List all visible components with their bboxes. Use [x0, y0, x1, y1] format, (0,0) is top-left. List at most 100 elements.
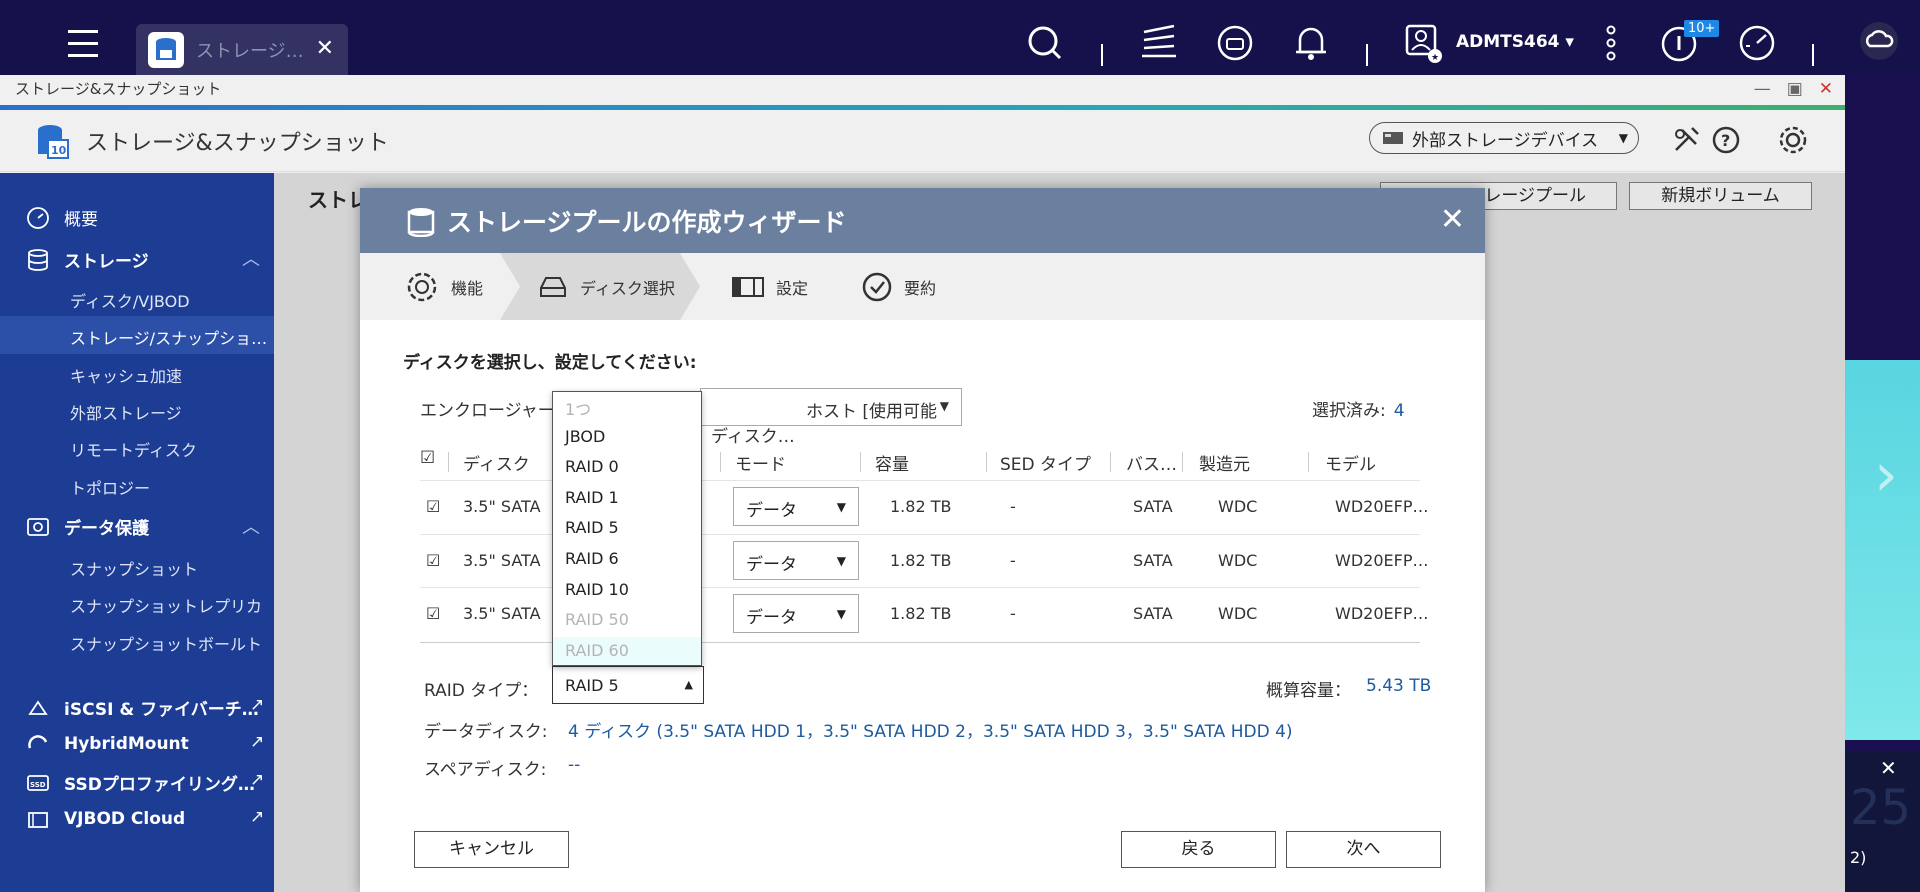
- username[interactable]: ADMTS464 ▾: [1456, 32, 1574, 52]
- row-checkbox[interactable]: ☑: [426, 551, 440, 570]
- gear-icon: [407, 272, 437, 301]
- sidebar-item-data-protection[interactable]: データ保護: [26, 514, 149, 539]
- raid-option-raid5[interactable]: RAID 5: [553, 514, 701, 545]
- top-bar: ストレージ… ✕ ★ ADMTS464 ▾ 10+: [0, 0, 1920, 75]
- raid-type-select[interactable]: RAID 5 ▲: [552, 666, 704, 704]
- raid-option-raid50: RAID 50: [565, 610, 629, 630]
- sidebar-item-ssd-profiling[interactable]: SSD SSDプロファイリング…: [26, 770, 255, 795]
- storage-app-icon: [148, 31, 184, 68]
- sidebar-overview-label: 概要: [64, 210, 98, 230]
- external-drive-icon: [1383, 132, 1403, 144]
- bell-icon[interactable]: [1290, 22, 1332, 64]
- chevron-down-icon: ▼: [939, 399, 949, 413]
- close-window-icon[interactable]: ✕: [1819, 79, 1833, 99]
- collapse-protection-icon[interactable]: ︿: [242, 513, 260, 539]
- sidebar-item-remote-disk[interactable]: リモートディスク: [70, 437, 197, 461]
- app-tab[interactable]: ストレージ… ✕: [136, 24, 348, 75]
- col-bus[interactable]: バス…: [1126, 450, 1177, 475]
- step-summary: 要約: [862, 253, 936, 320]
- svg-text:SSD: SSD: [30, 781, 46, 789]
- col-model[interactable]: モデル: [1325, 450, 1376, 475]
- more-options-icon[interactable]: [1590, 22, 1632, 64]
- mode-select[interactable]: データ ▼: [733, 594, 859, 633]
- sidebar-item-iscsi[interactable]: iSCSI & ファイバーチ…: [26, 695, 259, 720]
- external-link-icon[interactable]: ↗: [250, 695, 264, 715]
- raid-option-raid10[interactable]: RAID 10: [553, 576, 701, 607]
- user-icon[interactable]: ★: [1403, 22, 1445, 64]
- spare-disk-label: スペアディスク:: [424, 760, 547, 780]
- spare-disk-value: --: [568, 755, 581, 775]
- minimize-icon[interactable]: —: [1754, 79, 1771, 99]
- tools-icon[interactable]: [1670, 124, 1702, 156]
- sidebar-item-storage[interactable]: ストレージ: [26, 247, 149, 272]
- storage-pool-icon: [407, 207, 435, 237]
- cloud-icon[interactable]: [1858, 20, 1900, 62]
- col-disk[interactable]: ディスク: [463, 450, 530, 475]
- sidebar-item-vjbod-cloud[interactable]: VJBOD Cloud: [26, 807, 185, 831]
- cancel-button[interactable]: キャンセル: [414, 831, 569, 868]
- help-icon[interactable]: ?: [1710, 124, 1742, 156]
- sidebar-item-snapshot[interactable]: スナップショット: [70, 556, 198, 580]
- close-notification-icon[interactable]: ✕: [1880, 756, 1897, 780]
- sidebar-item-cache[interactable]: キャッシュ加速: [70, 363, 182, 387]
- close-dialog-icon[interactable]: ✕: [1440, 202, 1465, 237]
- mode-select[interactable]: データ ▼: [733, 487, 859, 526]
- raid-option-raid60: RAID 60: [553, 636, 701, 665]
- sidebar-item-snapshot-replica[interactable]: スナップショットレプリカ: [70, 593, 262, 617]
- enclosure-select[interactable]: ホスト [使用可能ディスク… ▼: [700, 388, 962, 447]
- back-button[interactable]: 戻る: [1121, 831, 1276, 868]
- select-all-checkbox[interactable]: ☑: [420, 448, 435, 468]
- chevron-right-icon[interactable]: ›: [1874, 440, 1898, 510]
- row-checkbox[interactable]: ☑: [426, 497, 440, 516]
- page-title: ストレ: [308, 188, 368, 212]
- sidebar-item-snapshot-vault[interactable]: スナップショットボールト: [70, 631, 262, 655]
- wizard-title: ストレージプールの作成ウィザード: [447, 207, 847, 237]
- step-settings: 設定: [732, 253, 808, 320]
- check-circle-icon: [862, 272, 892, 301]
- mode-select[interactable]: データ ▼: [733, 541, 859, 580]
- external-link-icon[interactable]: ↗: [250, 732, 264, 752]
- next-button[interactable]: 次へ: [1286, 831, 1441, 868]
- selected-count: 選択済み: 4: [1312, 401, 1405, 421]
- create-pool-wizard: ストレージプールの作成ウィザード ✕ 機能 ディスク選択 設定 要約 ディスクを…: [360, 188, 1485, 892]
- search-icon[interactable]: [1024, 22, 1066, 64]
- raid-option-single: 1つ: [565, 400, 592, 419]
- raid-option-raid6[interactable]: RAID 6: [553, 545, 701, 576]
- raid-option-raid1[interactable]: RAID 1: [553, 484, 701, 515]
- close-tab-icon[interactable]: ✕: [316, 36, 334, 61]
- col-capacity[interactable]: 容量: [875, 450, 909, 475]
- row-checkbox[interactable]: ☑: [426, 604, 440, 623]
- sidebar-item-storage-snapshots[interactable]: ストレージ/スナップショ…: [70, 325, 267, 349]
- sidebar-ssd-label: SSDプロファイリング…: [64, 775, 255, 795]
- sidebar-item-overview[interactable]: 概要: [26, 205, 98, 230]
- col-mode[interactable]: モード: [735, 450, 786, 475]
- sidebar-item-topology[interactable]: トポロジー: [70, 475, 150, 499]
- sync-icon[interactable]: [1214, 22, 1256, 64]
- svg-text:★: ★: [1431, 53, 1439, 63]
- external-storage-dropdown[interactable]: 外部ストレージデバイス ▼: [1369, 122, 1639, 154]
- step-disk-selection: ディスク選択: [538, 253, 675, 320]
- shield-icon: [27, 517, 49, 536]
- tasks-icon[interactable]: [1138, 22, 1180, 64]
- new-volume-button[interactable]: 新規ボリューム: [1629, 182, 1812, 210]
- collapse-storage-icon[interactable]: ︿: [242, 245, 260, 271]
- maximize-icon[interactable]: ▣: [1787, 79, 1803, 99]
- col-sed-type[interactable]: SED タイプ: [1000, 450, 1091, 475]
- dashboard-icon[interactable]: [1736, 22, 1778, 64]
- sidebar-item-external[interactable]: 外部ストレージ: [70, 400, 182, 424]
- settings-slider-icon: [732, 276, 764, 297]
- sidebar-vjbod-label: VJBOD Cloud: [64, 809, 186, 829]
- main-menu-icon[interactable]: [64, 26, 104, 62]
- external-link-icon[interactable]: ↗: [250, 807, 264, 827]
- wizard-steps: 機能 ディスク選択 設定 要約: [360, 253, 1485, 320]
- sidebar-item-hybridmount[interactable]: HybridMount: [26, 732, 189, 756]
- raid-option-jbod[interactable]: JBOD: [553, 423, 701, 454]
- sidebar-item-disks[interactable]: ディスク/VJBOD: [70, 288, 190, 312]
- svg-text:?: ?: [1721, 131, 1730, 150]
- settings-gear-icon[interactable]: [1777, 124, 1809, 156]
- hybridmount-icon: [28, 735, 48, 749]
- raid-option-raid0[interactable]: RAID 0: [553, 453, 701, 484]
- external-link-icon[interactable]: ↗: [250, 770, 264, 790]
- col-vendor[interactable]: 製造元: [1199, 450, 1250, 475]
- app-tab-label: ストレージ…: [196, 40, 304, 62]
